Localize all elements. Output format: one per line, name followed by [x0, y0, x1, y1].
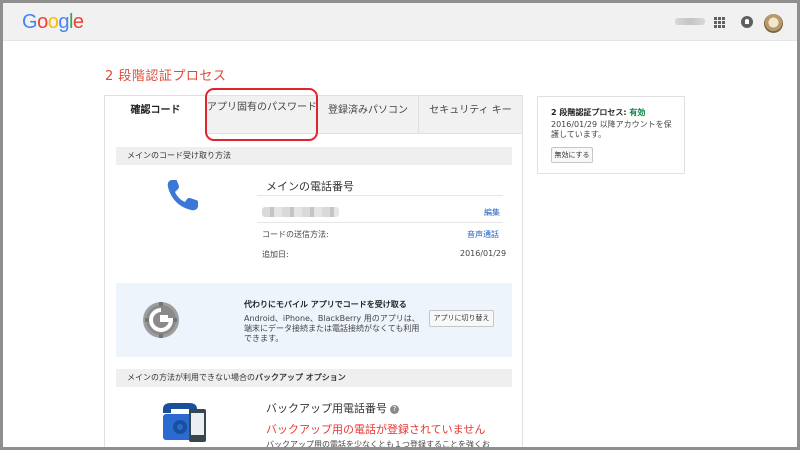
browser-frame: Google 2 段階認証プロセス 確認コード アプリ固有のパスワード 登録済み… — [0, 0, 800, 450]
page-title: 2 段階認証プロセス — [105, 69, 227, 84]
backup-phone-title: バックアップ用電話番号? — [266, 400, 399, 416]
promo-description: Android、iPhone、BlackBerry 用のアプリは、端末にデータ接… — [244, 314, 420, 343]
tab-registered-computers[interactable]: 登録済みパソコン — [317, 96, 418, 134]
backup-warning: バックアップ用の電話が登録されていません — [266, 423, 486, 436]
notifications-icon[interactable] — [741, 16, 753, 28]
account-email-redacted — [675, 18, 705, 25]
logo-letter: G — [22, 11, 38, 33]
delivery-method-label: コードの送信方法: — [262, 230, 329, 239]
tab-security-keys[interactable]: セキュリティ キー — [418, 96, 522, 134]
status-value: 有効 — [629, 108, 646, 117]
edit-link[interactable]: 編集 — [484, 207, 500, 218]
divider — [257, 195, 503, 196]
backup-note: バックアップ用の電話を少なくとも１つ登録することを強くお — [266, 440, 490, 449]
promo-title: 代わりにモバイル アプリでコードを受け取る — [244, 300, 407, 309]
divider — [257, 222, 503, 223]
backup-section-header: メインの方法が利用できない場合のバックアップ オプション — [116, 369, 512, 387]
apps-grid-icon[interactable] — [714, 17, 725, 28]
switch-to-app-button[interactable]: アプリに切り替え — [429, 310, 494, 327]
primary-section-header: メインのコード受け取り方法 — [116, 147, 512, 165]
backup-header-bold: バックアップ オプション — [255, 373, 346, 382]
delivery-method-link[interactable]: 音声通話 — [467, 229, 499, 240]
tab-label: 確認コード — [130, 105, 181, 116]
status-label: 2 段階認証プロセス: 有効 — [551, 107, 645, 118]
tab-verification-codes[interactable]: 確認コード — [105, 96, 206, 134]
status-description: 2016/01/29 以降アカウントを保護しています。 — [551, 120, 672, 139]
backup-title-text: バックアップ用電話番号 — [266, 402, 387, 415]
backup-phone-icon — [163, 403, 206, 442]
logo-letter: o — [37, 11, 48, 33]
disable-button[interactable]: 無効にする — [551, 147, 593, 163]
backup-header-prefix: メインの方法が利用できない場合の — [127, 373, 255, 382]
phone-icon — [167, 180, 198, 211]
help-icon[interactable]: ? — [390, 405, 399, 414]
primary-phone-title: メインの電話番号 — [266, 180, 354, 193]
added-date-value: 2016/01/29 — [460, 249, 507, 258]
google-logo[interactable]: Google — [22, 11, 84, 34]
top-bar: Google — [3, 3, 797, 41]
logo-letter: g — [58, 11, 69, 33]
logo-letter: e — [72, 11, 84, 33]
avatar[interactable] — [764, 14, 783, 33]
status-label-text: 2 段階認証プロセス: — [551, 108, 630, 117]
authenticator-g-icon — [143, 302, 179, 338]
tab-highlight-annotation — [205, 88, 318, 141]
phone-number-redacted — [262, 207, 339, 217]
added-date-label: 追加日: — [262, 250, 289, 259]
logo-letter: o — [47, 11, 59, 33]
tab-label: 登録済みパソコン — [328, 105, 408, 116]
tab-label: セキュリティ キー — [429, 105, 512, 116]
